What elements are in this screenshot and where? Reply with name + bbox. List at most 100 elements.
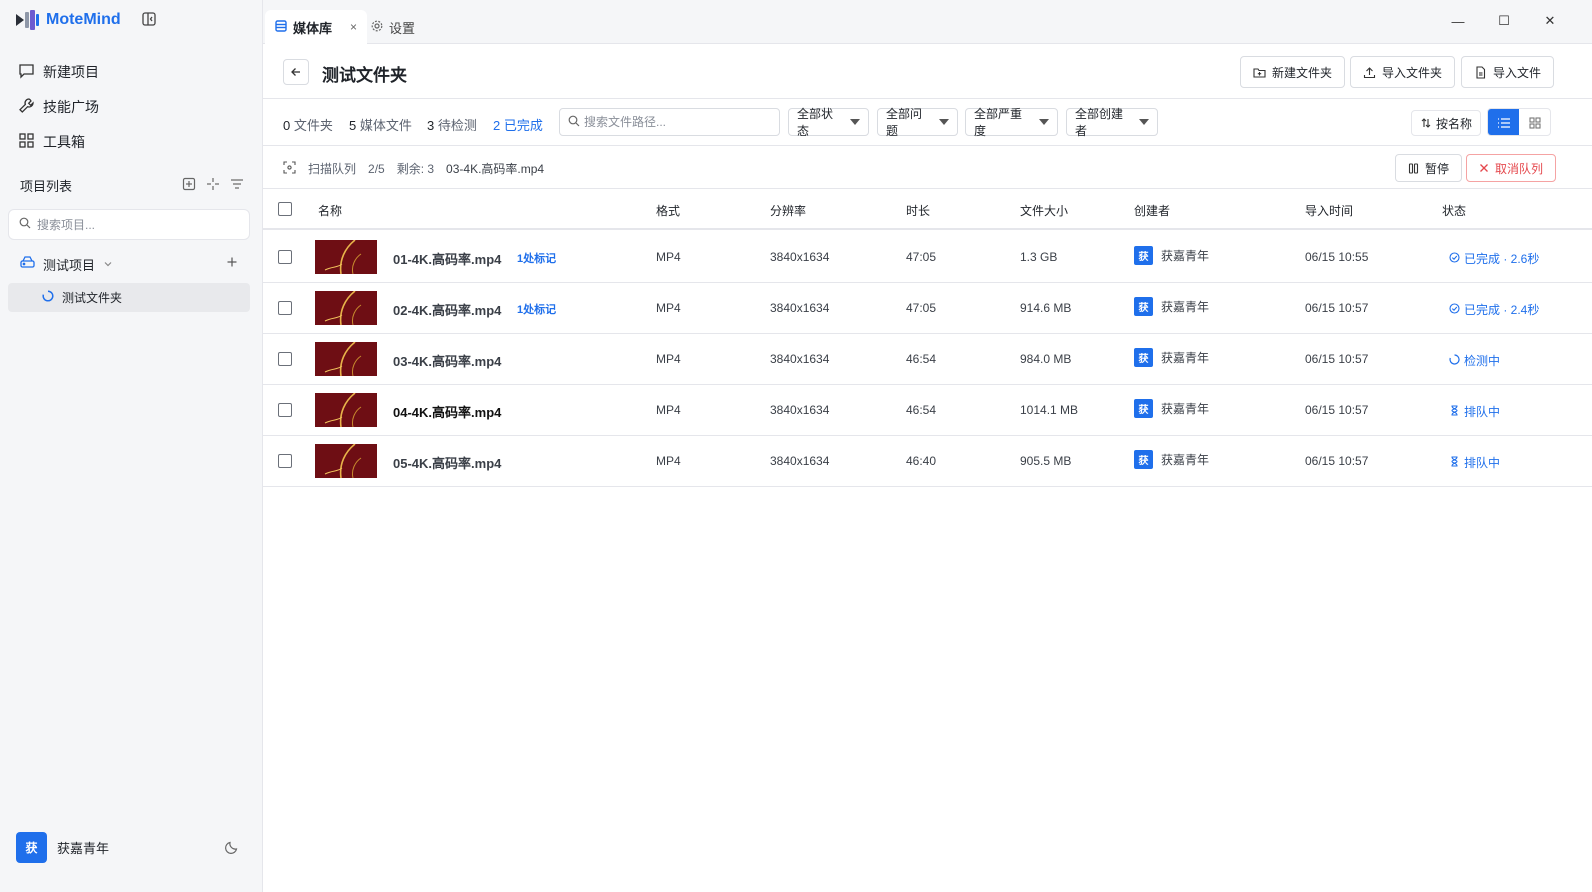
row-checkbox[interactable] (278, 403, 292, 417)
maximize-button[interactable]: ☐ (1481, 12, 1527, 30)
file-search[interactable] (559, 108, 780, 136)
mark-badge[interactable]: 1处标记 (517, 250, 556, 266)
project-search-input[interactable] (37, 217, 237, 232)
grid-view-icon[interactable] (1519, 109, 1550, 135)
col-size[interactable]: 文件大小 (1020, 202, 1068, 219)
queue-label: 扫描队列 (308, 162, 357, 176)
add-folder-icon[interactable] (226, 256, 238, 271)
file-name[interactable]: 04-4K.高码率.mp4 (393, 402, 501, 421)
mark-badge[interactable]: 1处标记 (517, 301, 556, 317)
file-name[interactable]: 01-4K.高码率.mp4 (393, 249, 501, 268)
status-text: 检测中 (1464, 354, 1501, 368)
minimize-button[interactable]: — (1435, 12, 1481, 30)
button-label: 新建文件夹 (1272, 65, 1333, 80)
arrow-left-icon (291, 68, 300, 76)
file-name[interactable]: 05-4K.高码率.mp4 (393, 453, 501, 472)
status-filter[interactable]: 全部状态 (788, 107, 869, 138)
row-checkbox[interactable] (278, 454, 292, 468)
nav-skills[interactable]: 技能广场 (10, 89, 254, 124)
file-size: 905.5 MB (1020, 454, 1072, 468)
file-search-input[interactable] (584, 115, 774, 129)
nav-label: 工具箱 (43, 133, 85, 150)
status-text: 排队中 (1464, 405, 1501, 419)
import-time: 06/15 10:57 (1305, 301, 1369, 315)
chevron-down-icon[interactable] (103, 257, 113, 272)
select-all-checkbox[interactable] (278, 202, 292, 216)
import-folder-button[interactable]: 导入文件夹 (1350, 56, 1456, 88)
logo-icon (14, 9, 40, 31)
col-format[interactable]: 格式 (656, 202, 680, 219)
import-time: 06/15 10:57 (1305, 403, 1369, 417)
status-badge[interactable]: 已完成 · 2.6秒 (1449, 250, 1539, 267)
project-item[interactable]: 测试项目 (8, 250, 250, 278)
folder-item[interactable]: 测试文件夹 (8, 283, 250, 312)
table-row[interactable]: 04-4K.高码率.mp4 MP4 3840x1634 46:54 1014.1 MB 获… (263, 385, 1592, 436)
nav-label: 新建项目 (43, 63, 99, 80)
row-checkbox[interactable] (278, 301, 292, 315)
caret-down-icon (939, 119, 949, 125)
status-badge[interactable]: 检测中 (1449, 352, 1500, 369)
row-checkbox[interactable] (278, 352, 292, 366)
sparkle-icon[interactable] (206, 177, 220, 194)
table-row[interactable]: 01-4K.高码率.mp4 1处标记 MP4 3840x1634 47:05 1.3 GB… (263, 232, 1592, 283)
cancel-queue-button[interactable]: 取消队列 (1466, 154, 1557, 182)
sidebar-collapse-icon[interactable] (141, 11, 157, 27)
col-duration[interactable]: 时长 (906, 202, 930, 219)
new-folder-button[interactable]: 新建文件夹 (1240, 56, 1346, 88)
chat-icon (18, 62, 35, 82)
video-thumbnail[interactable] (315, 393, 377, 427)
nav-new-project[interactable]: 新建项目 (10, 54, 254, 89)
library-icon (275, 19, 287, 35)
video-thumbnail[interactable] (315, 342, 377, 376)
table-row[interactable]: 03-4K.高码率.mp4 MP4 3840x1634 46:54 984.0 MB 获获… (263, 334, 1592, 385)
col-status[interactable]: 状态 (1442, 202, 1466, 219)
table-row[interactable]: 02-4K.高码率.mp4 1处标记 MP4 3840x1634 47:05 914.6 … (263, 283, 1592, 334)
file-resolution: 3840x1634 (770, 301, 830, 315)
col-resolution[interactable]: 分辨率 (770, 202, 806, 219)
close-button[interactable]: ✕ (1527, 12, 1573, 30)
status-badge[interactable]: 排队中 (1449, 454, 1500, 471)
video-thumbnail[interactable] (315, 240, 377, 274)
col-name[interactable]: 名称 (318, 202, 342, 219)
list-view-icon[interactable] (1488, 109, 1519, 135)
creator-filter[interactable]: 全部创建者 (1066, 107, 1158, 138)
status-badge[interactable]: 排队中 (1449, 403, 1500, 420)
gear-icon (371, 20, 383, 35)
issue-filter[interactable]: 全部问题 (877, 107, 958, 138)
search-icon (19, 217, 31, 232)
nav-toolbox[interactable]: 工具箱 (10, 124, 254, 159)
stat-folders[interactable]: 0 文件夹 (283, 115, 333, 134)
add-project-icon[interactable] (182, 177, 196, 194)
file-resolution: 3840x1634 (770, 454, 830, 468)
row-checkbox[interactable] (278, 250, 292, 264)
project-search[interactable] (8, 209, 250, 240)
filter-icon[interactable] (230, 177, 244, 194)
import-file-button[interactable]: 导入文件 (1461, 56, 1555, 88)
queue-progress: 2/5 (368, 161, 385, 176)
file-format: MP4 (656, 352, 681, 366)
video-thumbnail[interactable] (315, 291, 377, 325)
tab-settings[interactable]: 设置 (361, 10, 425, 44)
file-name[interactable]: 02-4K.高码率.mp4 (393, 300, 501, 319)
file-duration: 47:05 (906, 250, 937, 264)
video-thumbnail[interactable] (315, 444, 377, 478)
page-header: 测试文件夹 新建文件夹 导入文件夹 导入文件 (263, 44, 1592, 99)
col-creator[interactable]: 创建者 (1134, 202, 1170, 219)
stat-pending[interactable]: 3 待检测 (427, 115, 477, 134)
tab-media-library[interactable]: 媒体库 × (265, 10, 368, 44)
status-badge[interactable]: 已完成 · 2.4秒 (1449, 301, 1539, 318)
severity-filter[interactable]: 全部严重度 (965, 107, 1058, 138)
file-name[interactable]: 03-4K.高码率.mp4 (393, 351, 501, 370)
tab-close-icon[interactable]: × (350, 20, 357, 34)
stat-media[interactable]: 5 媒体文件 (349, 115, 412, 134)
table-row[interactable]: 05-4K.高码率.mp4 MP4 3840x1634 46:40 905.5 MB 获获… (263, 436, 1592, 487)
pause-button[interactable]: 暂停 (1395, 154, 1463, 182)
main-content: 测试文件夹 新建文件夹 导入文件夹 导入文件 0 文件夹 5 媒体文件 3 待检… (263, 44, 1592, 892)
user-profile[interactable]: 获 获嘉青年 (16, 832, 109, 863)
stat-done[interactable]: 2 已完成 (493, 115, 543, 134)
moon-icon[interactable] (224, 839, 240, 855)
back-button[interactable] (283, 59, 309, 85)
col-imported[interactable]: 导入时间 (1305, 202, 1353, 219)
creator-name: 获嘉青年 (1161, 402, 1210, 416)
sort-button[interactable]: 按名称 (1411, 110, 1482, 136)
